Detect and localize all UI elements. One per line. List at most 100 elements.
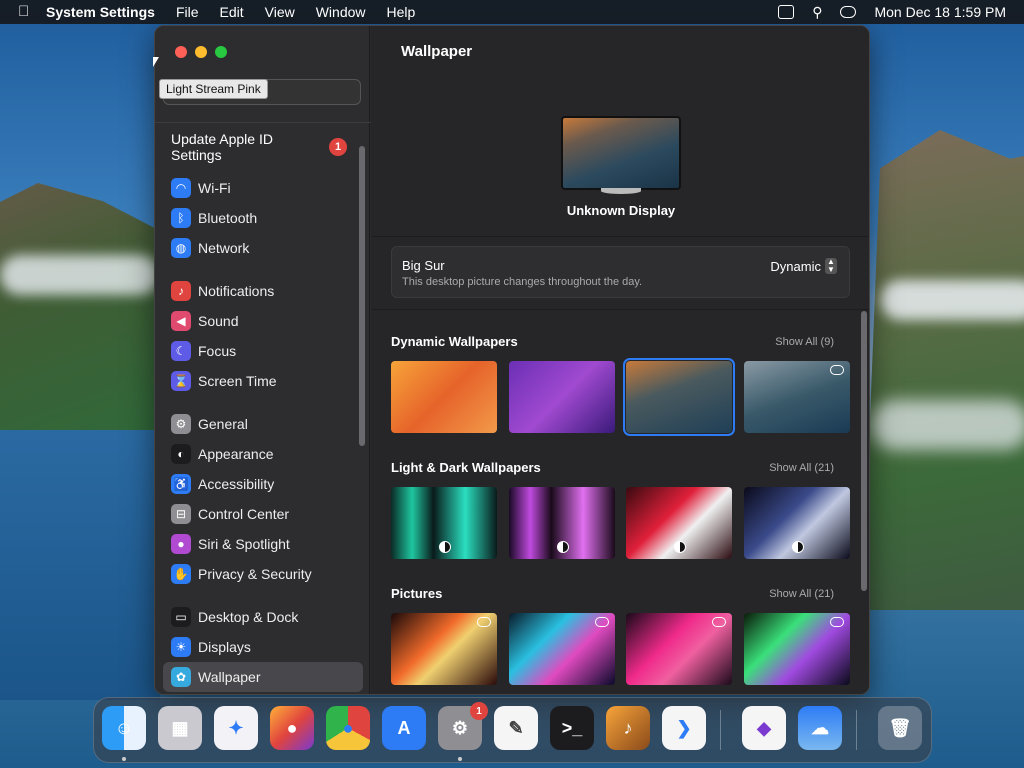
sidebar-item-network[interactable]: ◍ Network <box>163 233 363 263</box>
current-wallpaper-name: Big Sur <box>402 258 445 273</box>
wallpaper-thumbnail[interactable] <box>391 361 497 433</box>
sidebar-scrollbar[interactable] <box>359 146 365 446</box>
hourglass-icon: ⌛ <box>171 371 191 391</box>
sidebar-item-privacy-security[interactable]: ✋ Privacy & Security <box>163 559 363 589</box>
show-all-button[interactable]: Show All (9) <box>775 336 834 348</box>
sidebar-item-label: Control Center <box>198 506 290 522</box>
wallpaper-thumbnail[interactable] <box>508 361 615 433</box>
display-stand <box>601 188 641 194</box>
terminal-icon[interactable]: >_ <box>550 706 594 750</box>
weather-icon[interactable]: ☁ <box>798 706 842 750</box>
textedit-icon[interactable]: ✎ <box>494 706 538 750</box>
running-indicator <box>122 757 126 761</box>
siri-icon: ● <box>171 534 191 554</box>
wallpaper-thumbnail[interactable] <box>743 613 850 685</box>
wallpaper-thumbnail[interactable] <box>623 358 735 436</box>
sidebar-item-screen-time[interactable]: ⌛ Screen Time <box>163 366 363 396</box>
vscode-icon[interactable]: ❯ <box>662 706 706 750</box>
window-controls <box>175 46 227 58</box>
sidebar-item-apple-id[interactable]: Update Apple ID Settings 1 <box>163 123 363 171</box>
garageband-icon[interactable]: ♪ <box>606 706 650 750</box>
wallpaper-thumbnail[interactable] <box>391 613 497 685</box>
page-title: Wallpaper <box>401 43 473 60</box>
trash-icon[interactable]: 🗑 <box>878 706 922 750</box>
app-menu[interactable]: System Settings <box>46 4 155 20</box>
sidebar-item-siri-spotlight[interactable]: ● Siri & Spotlight <box>163 529 363 559</box>
toggles-icon: ⊟ <box>171 504 191 524</box>
control-center-icon[interactable] <box>840 6 857 18</box>
chevron-updown-icon: ▲ ▼ <box>825 258 837 274</box>
sidebar-item-desktop-dock[interactable]: ▭ Desktop & Dock <box>163 602 363 632</box>
visual-studio-icon[interactable]: ◆ <box>742 706 786 750</box>
sidebar-item-displays[interactable]: ☀ Displays <box>163 632 363 662</box>
sidebar-item-notifications[interactable]: ♪ Notifications <box>163 276 363 306</box>
menubar-clock[interactable]: Mon Dec 18 1:59 PM <box>874 4 1006 20</box>
sidebar-item-sound[interactable]: ◀ Sound <box>163 306 363 336</box>
app-store-icon[interactable]: A <box>382 706 426 750</box>
wallpaper-thumbnail[interactable] <box>508 613 615 685</box>
finder-icon[interactable]: ☺ <box>102 706 146 750</box>
wallpaper-pane: Wallpaper Unknown Display Big Sur This d… <box>371 26 869 694</box>
divider <box>371 309 869 310</box>
current-wallpaper-desc: This desktop picture changes throughout … <box>402 276 643 288</box>
notification-badge: 1 <box>470 702 488 720</box>
cloud-download-icon <box>477 617 491 627</box>
wallpaper-thumbnail[interactable] <box>626 613 732 685</box>
menu-window[interactable]: Window <box>316 4 366 20</box>
close-button[interactable] <box>175 46 187 58</box>
sidebar-item-label: Notifications <box>198 283 275 299</box>
sidebar-item-wallpaper[interactable]: ✿ Wallpaper <box>163 662 363 692</box>
sidebar-item-accessibility[interactable]: ♿ Accessibility <box>163 469 363 499</box>
launchpad-icon[interactable]: ▦ <box>158 706 202 750</box>
safari-icon[interactable]: ✦ <box>214 706 258 750</box>
mode-select[interactable]: Dynamic ▲ ▼ <box>770 258 837 274</box>
appearance-icon: ◐ <box>171 444 191 464</box>
bluetooth-icon: ᛒ <box>171 208 191 228</box>
sidebar-item-label: Wallpaper <box>198 669 261 685</box>
apple-menu-icon[interactable]:  <box>18 4 32 20</box>
sidebar-item-label: Sound <box>198 313 239 329</box>
minimize-button[interactable] <box>195 46 207 58</box>
divider <box>371 236 869 237</box>
chrome-icon[interactable]: ● <box>326 706 370 750</box>
system-settings-icon[interactable]: ⚙ 1 <box>438 702 488 750</box>
wallpaper-thumbnail[interactable] <box>626 487 732 559</box>
wallpaper-thumbnail[interactable] <box>743 361 850 433</box>
firefox-icon[interactable]: ● <box>270 706 314 750</box>
sidebar-list: Update Apple ID Settings 1 ◠ Wi-Fi ᛒ Blueto… <box>155 118 371 692</box>
menu-help[interactable]: Help <box>387 4 416 20</box>
cloud-download-icon <box>829 617 844 627</box>
sidebar-item-focus[interactable]: ☾ Focus <box>163 336 363 366</box>
menu-edit[interactable]: Edit <box>220 4 244 20</box>
sidebar-item-label: Bluetooth <box>198 210 258 226</box>
dock-separator <box>720 710 721 750</box>
sidebar-item-label: Siri & Spotlight <box>198 536 290 552</box>
sidebar-item-appearance[interactable]: ◐ Appearance <box>163 439 363 469</box>
zoom-button[interactable] <box>215 46 227 58</box>
menu-view[interactable]: View <box>265 4 295 20</box>
section-title: Dynamic Wallpapers <box>391 334 518 349</box>
wallpaper-thumbnail[interactable] <box>391 487 497 559</box>
sidebar-item-label: Network <box>198 240 250 256</box>
notification-badge: 1 <box>329 138 347 156</box>
sidebar-item-label: Wi-Fi <box>198 180 231 196</box>
main-scrollbar[interactable] <box>861 311 867 591</box>
cloud-download-icon <box>829 365 844 375</box>
sidebar-item-general[interactable]: ⚙ General <box>163 409 363 439</box>
sidebar-item-control-center[interactable]: ⊟ Control Center <box>163 499 363 529</box>
mouse-cursor <box>153 57 159 67</box>
sidebar-item-bluetooth[interactable]: ᛒ Bluetooth <box>163 203 363 233</box>
wallpaper-thumbnail[interactable] <box>508 487 615 559</box>
sun-icon: ☀ <box>171 637 191 657</box>
show-all-button[interactable]: Show All (21) <box>769 462 834 474</box>
wallpaper-thumbnail[interactable] <box>743 487 850 559</box>
gear-icon: ⚙ <box>171 414 191 434</box>
show-all-button[interactable]: Show All (21) <box>769 588 834 600</box>
dock-icon: ▭ <box>171 607 191 627</box>
screen-mirroring-icon[interactable] <box>778 5 795 19</box>
menu-file[interactable]: File <box>176 4 199 20</box>
sidebar-item-wi-fi[interactable]: ◠ Wi-Fi <box>163 173 363 203</box>
spotlight-search-icon[interactable]: ⚲ <box>812 4 822 21</box>
cloud-download-icon <box>712 617 726 627</box>
current-wallpaper-box: Big Sur This desktop picture changes thr… <box>391 246 850 298</box>
